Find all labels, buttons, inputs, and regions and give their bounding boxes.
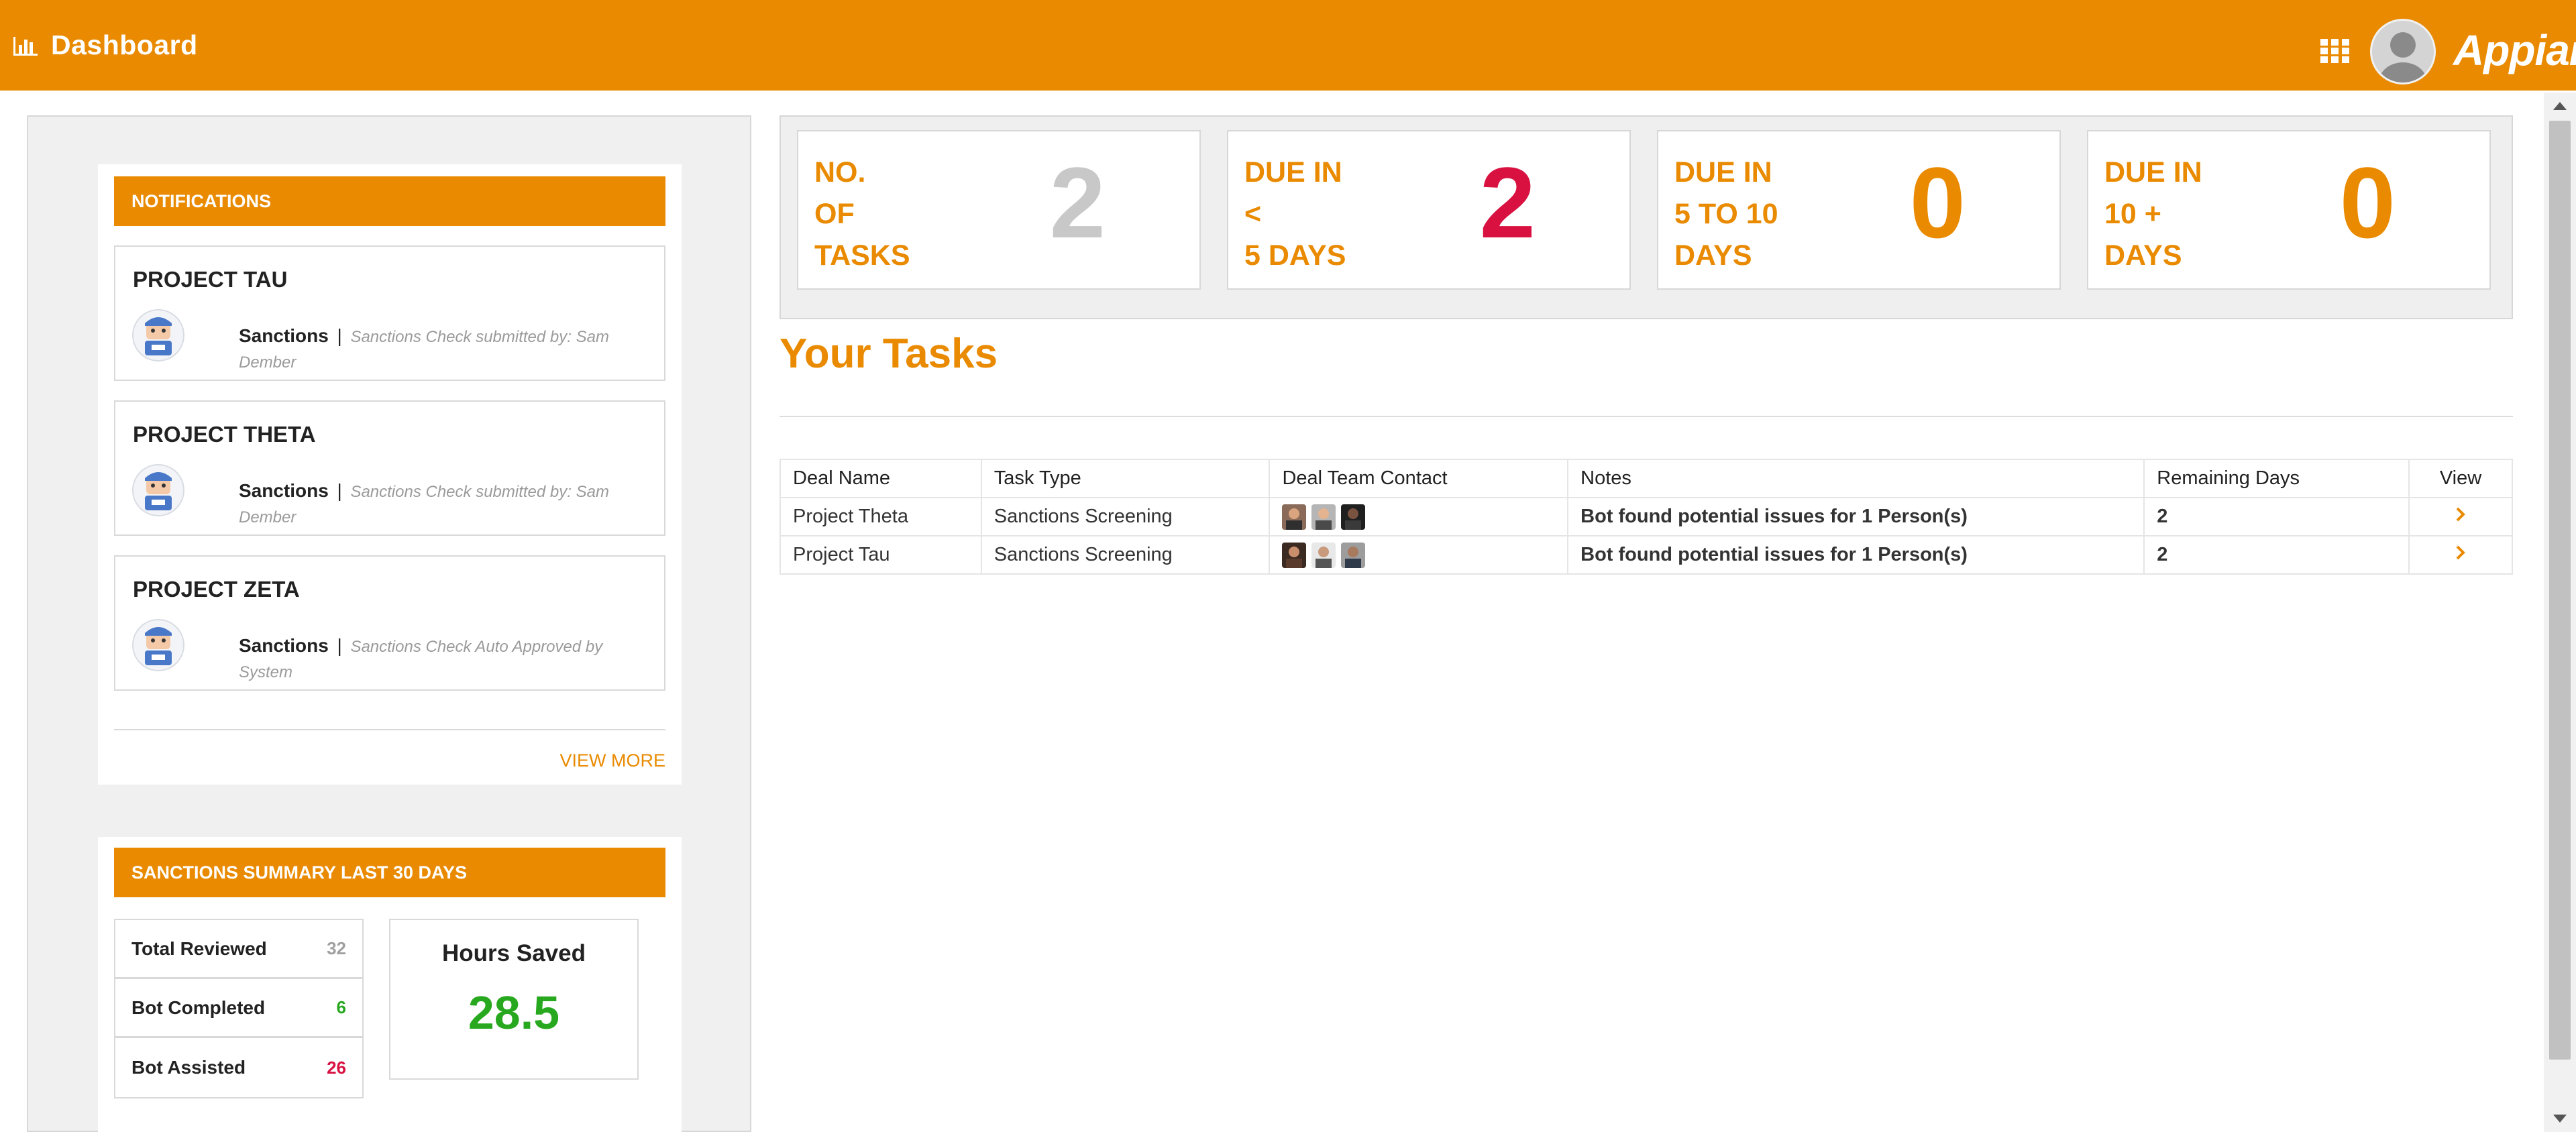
column-header[interactable]: View (2408, 459, 2513, 498)
notification-item[interactable]: PROJECT THETA Sanctions | Sanctions Chec… (114, 400, 665, 536)
kpi-panel: NO. OF TASKS 2 DUE IN < 5 DAYS 2 DUE IN … (780, 115, 2513, 319)
column-header[interactable]: Notes (1567, 459, 2145, 498)
summary-row: Total Reviewed 32 (115, 920, 362, 979)
user-avatar-icon[interactable] (2370, 19, 2436, 84)
summary-value: 6 (336, 997, 346, 1017)
notification-project: PROJECT ZETA (133, 577, 300, 602)
kpi-value: 0 (1909, 146, 1966, 259)
kpi-card-tasks[interactable]: NO. OF TASKS 2 (797, 130, 1201, 290)
your-tasks-heading: Your Tasks (780, 331, 998, 377)
notification-category: Sanctions (239, 480, 329, 501)
notification-text: Sanctions | Sanctions Check Auto Approve… (239, 633, 628, 685)
notification-item[interactable]: PROJECT TAU Sanctions | Sanctions Check … (114, 245, 665, 381)
notification-text: Sanctions | Sanctions Check submitted by… (239, 323, 628, 376)
contact-avatar-icon[interactable] (1341, 542, 1366, 568)
kpi-value: 0 (2339, 146, 2396, 259)
chevron-right-icon[interactable] (2453, 506, 2469, 522)
column-header[interactable]: Deal Name (780, 459, 982, 498)
hours-saved-value: 28.5 (468, 986, 560, 1039)
contact-avatar-icon[interactable] (1282, 542, 1307, 568)
table-header-row: Deal Name Task Type Deal Team Contact No… (780, 459, 2513, 498)
kpi-card-due-under-5[interactable]: DUE IN < 5 DAYS 2 (1227, 130, 1631, 290)
page-title: Dashboard (51, 30, 198, 60)
view-cell (2408, 497, 2513, 536)
kpi-card-due-5-10[interactable]: DUE IN 5 TO 10 DAYS 0 (1657, 130, 2061, 290)
kpi-label: DUE IN 10 + DAYS (2104, 156, 2202, 272)
kpi-label: DUE IN 5 TO 10 DAYS (1674, 156, 1778, 272)
robot-avatar-icon (132, 619, 184, 671)
notification-project: PROJECT THETA (133, 422, 316, 447)
column-header[interactable]: Remaining Days (2143, 459, 2410, 498)
notification-item[interactable]: PROJECT ZETA Sanctions | Sanctions Check… (114, 555, 665, 691)
kpi-value: 2 (1049, 146, 1106, 259)
summary-label: Bot Completed (131, 997, 266, 1018)
deal-team-contacts (1269, 497, 1569, 536)
table-row[interactable]: Project Tau Sanctions Screening Bot foun… (780, 535, 2513, 575)
kpi-label: DUE IN < 5 DAYS (1244, 156, 1346, 272)
notification-category: Sanctions (239, 325, 329, 346)
app-grid-icon[interactable] (2319, 38, 2351, 64)
remaining-days: 2 (2143, 497, 2410, 536)
top-bar: Dashboard Appian (0, 0, 2576, 91)
summary-header: SANCTIONS SUMMARY LAST 30 DAYS (114, 848, 665, 897)
task-type: Sanctions Screening (980, 535, 1271, 575)
view-cell (2408, 535, 2513, 575)
task-notes: Bot found potential issues for 1 Person(… (1567, 497, 2145, 536)
column-header[interactable]: Task Type (980, 459, 1271, 498)
contact-avatar-icon[interactable] (1282, 504, 1307, 530)
notifications-card: NOTIFICATIONS PROJECT TAU Sanctions | Sa… (98, 164, 682, 785)
table-row[interactable]: Project Theta Sanctions Screening Bot fo… (780, 497, 2513, 536)
robot-avatar-icon (132, 464, 184, 516)
brand-logo: Appian (2453, 26, 2576, 74)
remaining-days: 2 (2143, 535, 2410, 575)
task-notes: Bot found potential issues for 1 Person(… (1567, 535, 2145, 575)
column-header[interactable]: Deal Team Contact (1269, 459, 1569, 498)
summary-row: Bot Completed 6 (115, 979, 362, 1038)
summary-table: Total Reviewed 32 Bot Completed 6 Bot As… (114, 919, 364, 1098)
deal-team-contacts (1269, 535, 1569, 575)
summary-value: 26 (327, 1057, 346, 1078)
contact-avatar-icon[interactable] (1311, 504, 1336, 530)
contact-avatar-icon[interactable] (1341, 504, 1366, 530)
robot-avatar-icon (132, 309, 184, 361)
notification-separator: | (337, 635, 342, 656)
hours-saved-label: Hours Saved (442, 940, 586, 966)
scroll-thumb[interactable] (2549, 121, 2571, 1060)
tasks-table: Deal Name Task Type Deal Team Contact No… (780, 459, 2513, 575)
summary-label: Total Reviewed (131, 938, 267, 959)
hours-saved-box: Hours Saved 28.5 (389, 919, 639, 1080)
summary-label: Bot Assisted (131, 1057, 246, 1078)
kpi-card-due-10-plus[interactable]: DUE IN 10 + DAYS 0 (2087, 130, 2491, 290)
notification-category: Sanctions (239, 635, 329, 656)
contact-avatar-icon[interactable] (1311, 542, 1336, 568)
notification-project: PROJECT TAU (133, 267, 288, 292)
kpi-value: 2 (1479, 146, 1536, 259)
notification-separator: | (337, 325, 342, 346)
scroll-up-arrow-icon[interactable] (2553, 102, 2567, 110)
bar-chart-icon (13, 36, 38, 56)
scroll-down-arrow-icon[interactable] (2553, 1115, 2567, 1123)
task-type: Sanctions Screening (980, 497, 1271, 536)
divider (114, 729, 665, 730)
vertical-scrollbar[interactable] (2544, 93, 2576, 1132)
notifications-header: NOTIFICATIONS (114, 176, 665, 226)
notification-separator: | (337, 480, 342, 501)
header-title-group[interactable]: Dashboard (12, 30, 198, 61)
summary-row: Bot Assisted 26 (115, 1038, 362, 1097)
chevron-right-icon[interactable] (2453, 545, 2469, 561)
notification-text: Sanctions | Sanctions Check submitted by… (239, 478, 628, 530)
sanctions-summary-card: SANCTIONS SUMMARY LAST 30 DAYS Total Rev… (98, 837, 682, 1132)
deal-name: Project Theta (780, 497, 982, 536)
divider (780, 416, 2513, 417)
summary-value: 32 (327, 938, 346, 958)
kpi-label: NO. OF TASKS (814, 156, 910, 272)
view-more-link[interactable]: VIEW MORE (559, 750, 665, 771)
deal-name: Project Tau (780, 535, 982, 575)
